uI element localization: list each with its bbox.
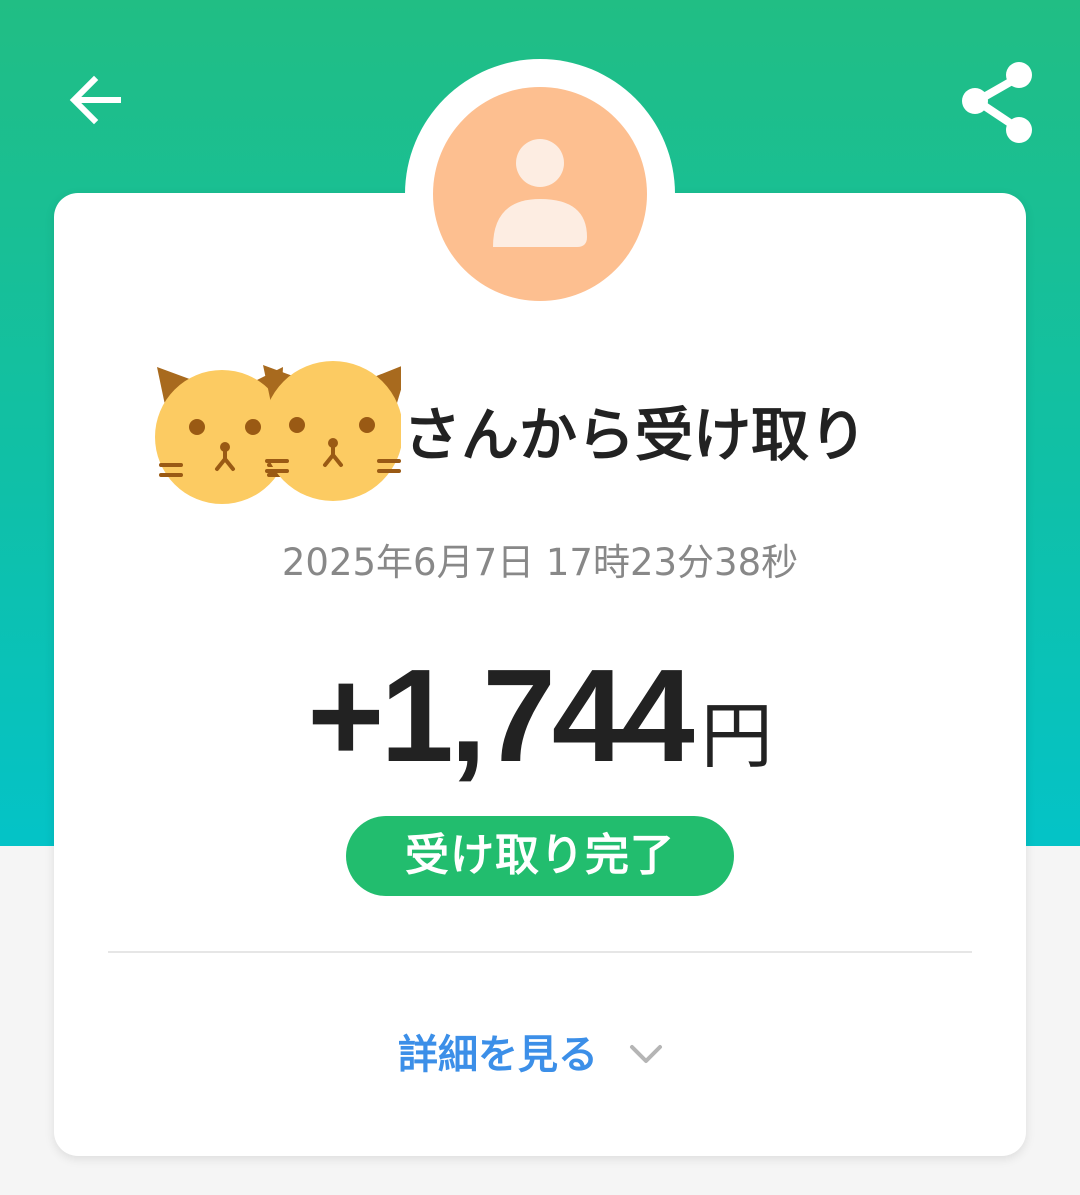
- divider: [108, 951, 972, 953]
- currency-unit: 円: [700, 694, 773, 778]
- share-button[interactable]: [948, 50, 1048, 150]
- chevron-down-icon: [626, 1035, 666, 1075]
- amount-row: +1,744 円: [0, 640, 1080, 791]
- view-details-label: 詳細を見る: [398, 1032, 598, 1078]
- back-button[interactable]: [56, 60, 136, 140]
- person-icon: [493, 139, 587, 247]
- transaction-timestamp: 2025年6月7日 17時23分38秒: [281, 541, 799, 584]
- cat-face-sticker: [263, 361, 401, 501]
- sender-label: さんから受け取り: [403, 401, 868, 469]
- amount-value: +1,744: [307, 642, 694, 789]
- status-badge: 受け取り完了: [346, 816, 734, 896]
- arrow-left-icon: [69, 75, 121, 125]
- sender-row: さんから受け取り: [155, 355, 925, 515]
- view-details-button[interactable]: 詳細を見る: [380, 1018, 710, 1092]
- share-icon: [962, 62, 1032, 143]
- avatar: [433, 87, 647, 301]
